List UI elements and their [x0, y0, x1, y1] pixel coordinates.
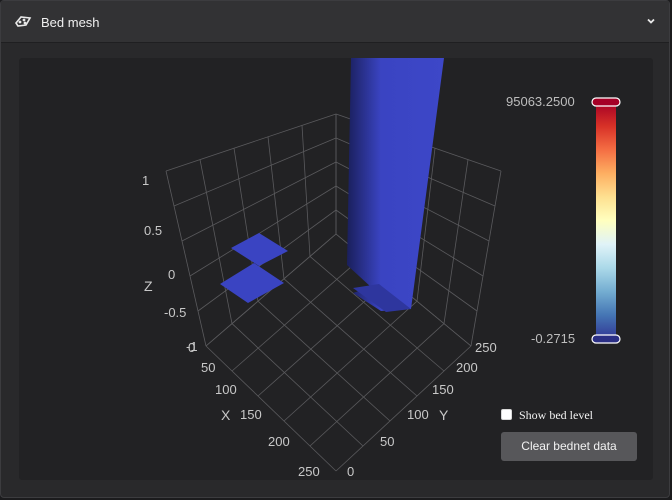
- floor-grid-line: [335, 345, 472, 472]
- floor-grid-line: [231, 323, 364, 447]
- x-tick: 150: [240, 407, 262, 422]
- z-tick: 0.5: [144, 223, 162, 238]
- y-tick: 250: [475, 340, 497, 355]
- z-tick: -0.5: [164, 305, 186, 320]
- y-tick: 200: [456, 360, 478, 375]
- x-tick: 100: [215, 382, 237, 397]
- y-tick: 0: [347, 464, 354, 479]
- wall-grid-line: [443, 159, 469, 324]
- mesh-spike: [347, 58, 444, 311]
- colorbar-min-label: -0.2715: [531, 331, 576, 346]
- plot-grid: [165, 113, 502, 472]
- z-axis-label: Z: [144, 278, 153, 294]
- z-axis-ticks: 1 0.5 0 -0.5 -1: [142, 173, 198, 354]
- floor-grid-line: [283, 300, 418, 422]
- show-bed-level-checkbox[interactable]: [501, 409, 512, 420]
- x-tick: 50: [201, 360, 215, 375]
- floor-grid-line: [309, 323, 445, 447]
- x-tick: 0: [188, 340, 195, 355]
- x-tick: 200: [268, 434, 290, 449]
- y-axis-ticks: 0 50 100 150 200 250: [347, 340, 497, 479]
- y-axis-label: Y: [439, 407, 449, 423]
- colorbar-gradient: [596, 102, 616, 339]
- x-axis-ticks: 0 50 100 150 200 250: [188, 340, 320, 479]
- floor-grid-line: [257, 300, 391, 422]
- colorbar-max-label: 95063.2500: [506, 94, 575, 109]
- z-tick: 0: [168, 267, 175, 282]
- y-tick: 150: [432, 382, 454, 397]
- show-bed-level-label: Show bed level: [519, 408, 593, 422]
- y-tick: 100: [407, 407, 429, 422]
- colorbar-max-handle[interactable]: [591, 97, 621, 107]
- wall-grid-line: [173, 137, 337, 207]
- wall-grid-line: [165, 113, 337, 172]
- bed-mesh-panel: Bed mesh 1 0.5 0 -0.5 -1 Z 0 50 100 150 …: [0, 0, 670, 498]
- x-axis-label: X: [221, 407, 231, 423]
- z-tick: 1: [142, 173, 149, 188]
- wall-grid-line: [199, 159, 233, 324]
- mesh-patch-lower: [220, 263, 284, 303]
- x-tick: 250: [298, 464, 320, 479]
- mesh-3d-plot[interactable]: 1 0.5 0 -0.5 -1 Z 0 50 100 150 200 250 X…: [1, 1, 671, 499]
- wall-grid-line: [301, 125, 311, 257]
- y-tick: 50: [380, 434, 394, 449]
- wall-grid-line: [181, 161, 337, 242]
- colorbar-min-handle[interactable]: [591, 334, 621, 344]
- clear-bed-mesh-button[interactable]: Clear bednet data: [501, 432, 637, 461]
